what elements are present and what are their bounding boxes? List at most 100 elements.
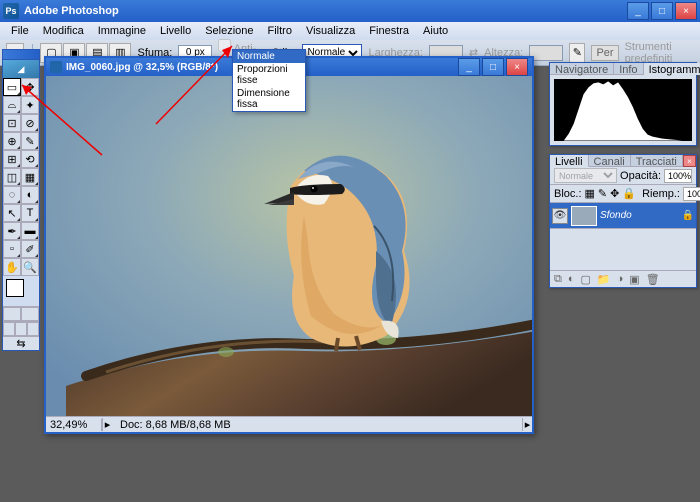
ps-feather-icon: ◢ (3, 60, 39, 78)
style-option-proporzioni[interactable]: Proporzioni fisse (233, 63, 305, 87)
lock-pixel-icon[interactable]: ▦ (585, 187, 595, 200)
fill-label: Riemp.: (642, 188, 680, 200)
standard-mode-icon[interactable] (3, 307, 21, 321)
document-window: IMG_0060.jpg @ 32,5% (RGB/8*) _ □ × (44, 56, 534, 434)
tab-info[interactable]: Info (614, 63, 643, 75)
slice-tool[interactable]: ⊘ (21, 114, 39, 132)
heal-tool[interactable]: ⊕ (3, 132, 21, 150)
tab-livelli[interactable]: Livelli (550, 155, 589, 167)
maximize-button[interactable]: □ (651, 2, 673, 20)
crop-tool[interactable]: ⊡ (3, 114, 21, 132)
eyedropper-tool[interactable]: ✐ (21, 240, 39, 258)
blend-mode-select: Normale (554, 168, 617, 183)
style-option-dimensione[interactable]: Dimensione fissa (233, 87, 305, 111)
doc-minimize-button[interactable]: _ (458, 58, 480, 76)
hand-tool[interactable]: ✋ (3, 258, 21, 276)
tab-navigatore[interactable]: Navigatore (550, 63, 614, 75)
eraser-tool[interactable]: ◫ (3, 168, 21, 186)
status-arrow-icon[interactable]: ▸ (102, 418, 112, 431)
move-tool[interactable]: ✥ (21, 78, 39, 96)
layer-row[interactable]: 👁 Sfondo 🔒 (550, 203, 696, 229)
close-button[interactable]: × (675, 2, 697, 20)
style-option-normale[interactable]: Normale (233, 50, 305, 63)
screen-full-menu-icon[interactable] (15, 322, 27, 336)
menu-livello[interactable]: Livello (153, 23, 198, 39)
new-folder-icon[interactable]: 📁 (597, 273, 611, 286)
history-brush-tool[interactable]: ⟲ (21, 150, 39, 168)
navigator-panel: Navigatore Info Istogramma × (549, 62, 697, 146)
zoom-tool[interactable]: 🔍 (21, 258, 39, 276)
new-layer-icon[interactable]: ▣ (629, 273, 639, 286)
screen-full-icon[interactable] (27, 322, 39, 336)
edit-mode (3, 306, 39, 321)
height-input (529, 45, 563, 61)
type-tool[interactable]: T (21, 204, 39, 222)
pen-tool[interactable]: ✒ (3, 222, 21, 240)
document-statusbar: 32,49% ▸ Doc: 8,68 MB/8,68 MB ▸ (46, 416, 532, 432)
fill-input[interactable] (683, 187, 700, 201)
lasso-tool[interactable]: ⌓ (3, 96, 21, 114)
menu-aiuto[interactable]: Aiuto (416, 23, 455, 39)
menu-selezione[interactable]: Selezione (198, 23, 260, 39)
screen-mode (3, 321, 39, 336)
background-lock-icon: 🔒 (682, 210, 694, 221)
layer-thumbnail[interactable] (571, 206, 597, 226)
menu-immagine[interactable]: Immagine (91, 23, 153, 39)
notes-tool[interactable]: ▫ (3, 240, 21, 258)
layer-name[interactable]: Sfondo (600, 210, 679, 221)
menu-visualizza[interactable]: Visualizza (299, 23, 362, 39)
layers-empty-area (550, 229, 696, 271)
dodge-tool[interactable]: ◐ (21, 186, 39, 204)
wand-tool[interactable]: ✦ (21, 96, 39, 114)
layers-panel: Livelli Canali Tracciati × Normale Opaci… (549, 154, 697, 288)
blur-tool[interactable]: ◌ (3, 186, 21, 204)
shape-tool[interactable]: ▬ (21, 222, 39, 240)
menu-file[interactable]: File (4, 23, 36, 39)
per-button[interactable]: Per (591, 45, 618, 61)
style-dropdown: Normale Proporzioni fisse Dimensione fis… (232, 49, 306, 112)
minimize-button[interactable]: _ (627, 2, 649, 20)
window-controls: _ □ × (627, 2, 697, 20)
lock-move-icon[interactable]: ✥ (610, 187, 619, 200)
marquee-tool[interactable]: ▭ (3, 78, 21, 96)
app-title: Adobe Photoshop (24, 5, 627, 17)
lock-all-icon[interactable]: 🔒 (622, 187, 636, 200)
layer-style-icon[interactable]: ◐ (568, 273, 575, 285)
brush-tool[interactable]: ✎ (21, 132, 39, 150)
quickmask-mode-icon[interactable] (21, 307, 39, 321)
doc-maximize-button[interactable]: □ (482, 58, 504, 76)
link-layers-icon[interactable]: ⧉ (554, 273, 562, 286)
document-canvas[interactable] (46, 76, 532, 416)
menu-finestra[interactable]: Finestra (362, 23, 416, 39)
zoom-field[interactable]: 32,49% (46, 419, 102, 431)
lock-brush-icon[interactable]: ✎ (598, 187, 607, 200)
delete-layer-icon[interactable]: 🗑 (646, 273, 660, 286)
jump-imageready-icon[interactable]: ⇆ (3, 336, 39, 350)
toolbox-header[interactable] (3, 50, 39, 60)
adjustment-layer-icon[interactable]: ◑ (617, 273, 624, 285)
layers-close-icon[interactable]: × (683, 155, 696, 167)
bird-image (46, 76, 532, 416)
titlebar: Ps Adobe Photoshop _ □ × (0, 0, 700, 22)
layer-mask-icon[interactable]: ▢ (581, 273, 591, 286)
antialias-checkbox (218, 39, 231, 52)
tab-istogramma[interactable]: Istogramma (644, 63, 700, 75)
doc-close-button[interactable]: × (506, 58, 528, 76)
memory-status: Doc: 8,68 MB/8,68 MB (112, 419, 522, 431)
brush-preset-icon[interactable]: ✎ (569, 43, 585, 63)
status-menu-icon[interactable]: ▸ (522, 418, 532, 431)
layers-footer: ⧉ ◐ ▢ 📁 ◑ ▣ 🗑 (550, 271, 696, 287)
opacity-input[interactable] (664, 169, 692, 183)
color-swatches[interactable] (3, 276, 39, 306)
tab-canali[interactable]: Canali (589, 155, 631, 167)
photoshop-icon: Ps (3, 3, 19, 19)
menu-modifica[interactable]: Modifica (36, 23, 91, 39)
gradient-tool[interactable]: ▦ (21, 168, 39, 186)
path-tool[interactable]: ↖ (3, 204, 21, 222)
tab-tracciati[interactable]: Tracciati (631, 155, 683, 167)
menu-filtro[interactable]: Filtro (261, 23, 299, 39)
visibility-icon[interactable]: 👁 (552, 208, 568, 224)
stamp-tool[interactable]: ⊞ (3, 150, 21, 168)
tool-presets-label: Strumenti predefiniti (625, 41, 694, 65)
screen-standard-icon[interactable] (3, 322, 15, 336)
